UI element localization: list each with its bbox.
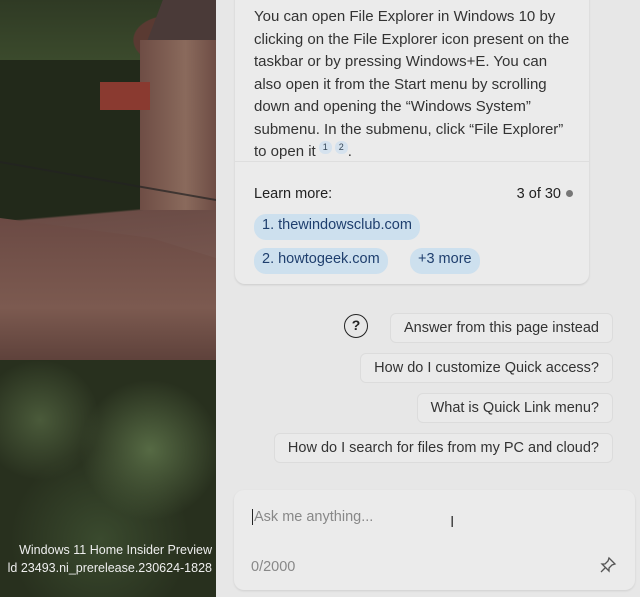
citation-2[interactable]: 2 xyxy=(334,141,348,154)
answer-card: You can open File Explorer in Windows 10… xyxy=(235,0,589,284)
suggestion-quick-access[interactable]: How do I customize Quick access? xyxy=(360,353,613,383)
watermark-line1: Windows 11 Home Insider Preview xyxy=(19,543,212,557)
divider xyxy=(235,161,589,162)
learn-more-label: Learn more: xyxy=(254,186,333,202)
castle-wall xyxy=(0,218,216,368)
desktop-wallpaper: Windows 11 Home Insider Preview ld 23493… xyxy=(0,0,216,597)
char-counter: 0/2000 xyxy=(251,559,296,575)
response-count-text: 3 of 30 xyxy=(516,186,561,202)
status-dot-icon xyxy=(566,190,573,197)
source-link-1[interactable]: 1. thewindowsclub.com xyxy=(254,214,420,240)
suggestion-quick-link[interactable]: What is Quick Link menu? xyxy=(416,393,613,423)
answer-text: You can open File Explorer in Windows 10… xyxy=(235,0,589,164)
chat-input[interactable]: Ask me anything... xyxy=(252,509,373,525)
chat-input-box[interactable]: Ask me anything... I 0/2000 xyxy=(234,490,635,590)
suggestion-search-files[interactable]: How do I search for files from my PC and… xyxy=(273,433,613,463)
source-link-2[interactable]: 2. howtogeek.com xyxy=(254,248,388,274)
red-roof xyxy=(100,82,150,110)
chat-panel: You can open File Explorer in Windows 10… xyxy=(216,0,640,597)
response-count: 3 of 30 xyxy=(517,186,573,202)
suggestion-answer-from-page[interactable]: Answer from this page instead xyxy=(389,313,613,343)
text-cursor-icon: I xyxy=(450,514,455,531)
pin-svg xyxy=(600,556,617,573)
more-sources-button[interactable]: +3 more xyxy=(410,248,480,274)
answer-body: You can open File Explorer in Windows 10… xyxy=(254,8,570,160)
question-icon: ? xyxy=(344,314,368,338)
castle-tower xyxy=(140,40,216,210)
citation-1[interactable]: 1 xyxy=(318,141,332,154)
answer-end: . xyxy=(347,143,352,160)
pin-icon[interactable] xyxy=(599,556,617,579)
watermark-line2: ld 23493.ni_prerelease.230624-1828 xyxy=(7,561,212,575)
